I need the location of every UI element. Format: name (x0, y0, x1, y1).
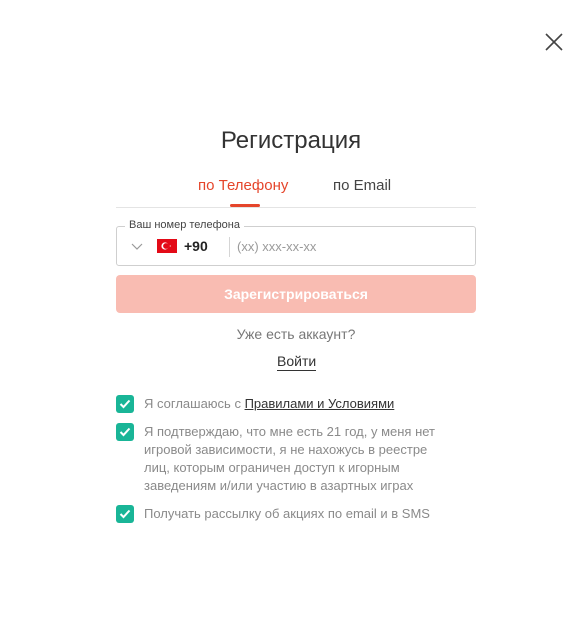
login-link[interactable]: Войти (277, 353, 317, 371)
terms-label: Я соглашаюсь с Правилами и Условиями (144, 395, 394, 413)
age-label-line: заведениям и/или участию в азартных игра… (144, 478, 414, 493)
age-label-line: лиц, которым ограничен доступ к игорным (144, 460, 400, 475)
have-account-text: Уже есть аккаунт? (236, 326, 356, 342)
age-checkbox[interactable] (116, 423, 134, 441)
agreement-terms: Я соглашаюсь с Правилами и Условиями (116, 395, 394, 413)
newsletter-label: Получать рассылку об акциях по email и в… (144, 506, 430, 521)
agreement-newsletter: Получать рассылку об акциях по email и в… (116, 505, 430, 523)
phone-field: Ваш номер телефона +90 (116, 219, 476, 266)
registration-tabs: по Телефону по Email (116, 170, 476, 208)
newsletter-checkbox[interactable] (116, 505, 134, 523)
register-button[interactable]: Зарегистрироваться (116, 275, 476, 313)
phone-input[interactable] (237, 235, 457, 257)
turkey-flag-icon[interactable] (157, 239, 177, 253)
close-button[interactable] (543, 31, 565, 53)
dial-code[interactable]: +90 (184, 238, 208, 254)
checkmark-icon (119, 399, 131, 409)
active-tab-indicator (230, 204, 260, 207)
terms-checkbox[interactable] (116, 395, 134, 413)
dialog-title: Регистрация (220, 127, 362, 154)
tab-phone[interactable]: по Телефону (198, 177, 288, 194)
age-label-line: игровой зависимости, я не нахожусь в рее… (144, 442, 428, 457)
field-divider (229, 237, 230, 257)
rules-link[interactable]: Правилами и Условиями (245, 396, 395, 411)
chevron-down-icon[interactable] (131, 241, 143, 251)
phone-field-legend: Ваш номер телефона (125, 219, 244, 231)
terms-label-text: Я соглашаюсь с (144, 396, 245, 411)
tab-email[interactable]: по Email (333, 177, 391, 194)
checkmark-icon (119, 509, 131, 519)
age-label: Я подтверждаю, что мне есть 21 год, у ме… (144, 423, 435, 495)
close-icon (545, 33, 563, 51)
agreement-age: Я подтверждаю, что мне есть 21 год, у ме… (116, 423, 435, 495)
age-label-line: Я подтверждаю, что мне есть 21 год, у ме… (144, 424, 436, 439)
checkmark-icon (119, 427, 131, 437)
